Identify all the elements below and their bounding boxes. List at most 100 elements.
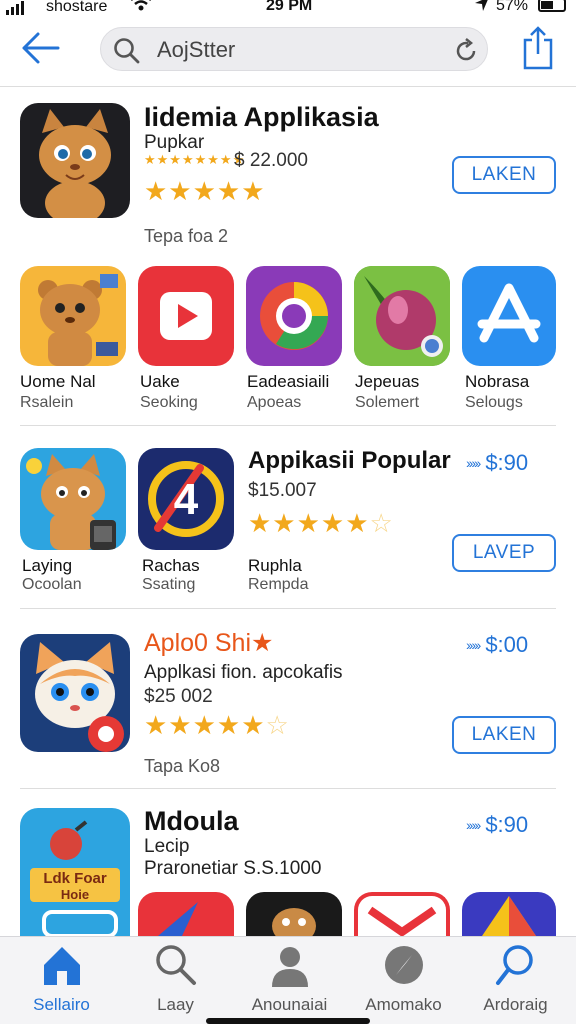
tile-3-name: Eadeasiaili [247,372,330,391]
compass-icon [385,946,423,984]
tile-5-name: Nobrasa [465,372,530,391]
share-button[interactable] [520,26,556,70]
popular-tile-2-name: Rachas [142,556,200,575]
cat-character-icon [39,109,111,218]
share-icon [523,26,553,70]
berry-fruit-icon [354,266,450,366]
app4-price-link[interactable]: ››››› $:90 [466,812,528,838]
battery-icon [538,0,566,12]
clock-label: 29 PM [266,0,313,14]
popular-tile-3-sub: Rempda [248,576,309,593]
app4-sub2: Praronetiar S.S.1000 [144,858,322,879]
person-icon [272,947,308,987]
double-arrow-icon: ››››› [466,817,481,833]
featured-meta: Tepa foa 2 [144,226,229,246]
featured-app-title[interactable]: Iidemia Applikasia [144,102,379,133]
home-indicator [206,1018,370,1024]
game-poster-icon: Ldk Foar Hoie [30,820,120,936]
section-divider [20,788,556,789]
app3-title[interactable]: Aplo0 Shi★ [144,628,273,658]
popular-tile-3-name: Ruphla [248,556,302,575]
popular-tile-2-sub: Ssating [142,576,196,593]
tile-2-name: Uake [140,372,180,391]
tab-home[interactable]: Sellairo [4,937,119,1017]
poster-text-1: Ldk Foar [43,870,107,887]
popular-price-link[interactable]: ››››› $:90 [466,450,528,476]
carrier-label: shostare [46,0,108,15]
app3-meta: Tapa Ko8 [144,756,221,776]
tile-3-icon[interactable] [246,266,342,366]
app3-icon[interactable] [20,634,130,752]
double-arrow-icon: ››››› [466,637,481,653]
section-divider [20,608,556,609]
tab-home-label: Sellairo [33,995,90,1014]
app3-get-button[interactable]: LAKEN [452,716,556,754]
app4-title[interactable]: Mdoula [144,806,239,837]
tab-search-label: Laay [157,995,194,1014]
tile-4-sub: Solemert [355,394,420,411]
featured-price: $ 22.000 [234,150,308,171]
section-divider [20,425,556,426]
cat-phone-icon [26,454,116,550]
featured-small-rating: ★★★★★★★★ [144,152,246,167]
popular-rating-stars: ★★★★★☆ [248,508,394,538]
popular-tile-1-icon[interactable] [20,448,126,550]
tab-explore-label: Amomako [365,995,442,1014]
tab-account[interactable]: Anounaiai [232,937,347,1017]
double-arrow-icon: ››››› [466,455,481,471]
app4-tile-2-icon[interactable] [138,892,234,936]
popular-tile-1-name: Laying [22,556,73,575]
tile-5-icon[interactable] [462,266,556,366]
bear-character-icon [38,274,118,366]
tab-find[interactable]: Ardoraig [458,937,573,1017]
tab-bar: Sellairo Laay Anounaiai Amomako Ardoraig [0,936,576,1024]
poster-text-2: Hoie [61,887,89,902]
svg-text:4: 4 [174,475,199,524]
app4-icon[interactable]: Ldk Foar Hoie [20,808,130,936]
compass-needle-icon [158,902,198,936]
back-button[interactable] [18,28,62,68]
search-input[interactable] [157,35,437,65]
app3-subtitle: Applkasi fion. apcokafis [144,662,343,683]
refresh-icon[interactable] [453,38,479,64]
dog-character-icon [272,908,316,936]
popular-tile-2-icon[interactable]: 4 [138,448,234,550]
app4-tile-5-icon[interactable] [462,892,556,936]
popular-get-button[interactable]: LAVEP [452,534,556,572]
app3-rating-stars: ★★★★★☆ [144,710,290,740]
tab-explore[interactable]: Amomako [346,937,461,1017]
featured-app-icon[interactable] [20,103,130,218]
tile-4-icon[interactable] [354,266,450,366]
tab-search[interactable]: Laay [118,937,233,1017]
tile-1-icon[interactable] [20,266,126,366]
status-bar: shostare 29 PM 57% [0,0,576,18]
app3-price-link[interactable]: ››››› $:00 [466,632,528,658]
tile-2-sub: Seoking [140,394,198,411]
tab-find-label: Ardoraig [483,995,548,1014]
tab-account-label: Anounaiai [251,995,328,1014]
magnifier-icon [496,945,533,985]
toolbar-divider [0,86,576,87]
cartoon-cat-icon [35,642,124,752]
app4-tile-4-icon[interactable] [354,892,450,936]
app4-sub1: Lecip [144,836,190,857]
tile-3-sub: Apoeas [247,394,302,411]
featured-app-subtitle: Pupkar [144,132,205,153]
signal-icon [6,1,24,15]
app3-price: $25 002 [144,686,213,707]
popular-title[interactable]: Appikasii Popular [248,447,451,475]
mail-icon [367,906,437,936]
search-icon [156,945,196,985]
number-four-icon: 4 [148,461,224,537]
wifi-icon [130,0,152,17]
featured-get-button[interactable]: LAKEN [452,156,556,194]
app4-tile-3-icon[interactable] [246,892,342,936]
app-store-a-icon [477,283,541,343]
popular-tile-1-sub: Ocoolan [22,576,82,593]
featured-rating-stars: ★★★★★ [144,176,266,206]
search-bar[interactable] [100,27,488,71]
location-arrow-icon [474,0,490,17]
tile-5-sub: Selougs [465,394,523,411]
tile-1-name: Uome Nal [20,372,96,391]
tile-2-icon[interactable] [138,266,234,366]
